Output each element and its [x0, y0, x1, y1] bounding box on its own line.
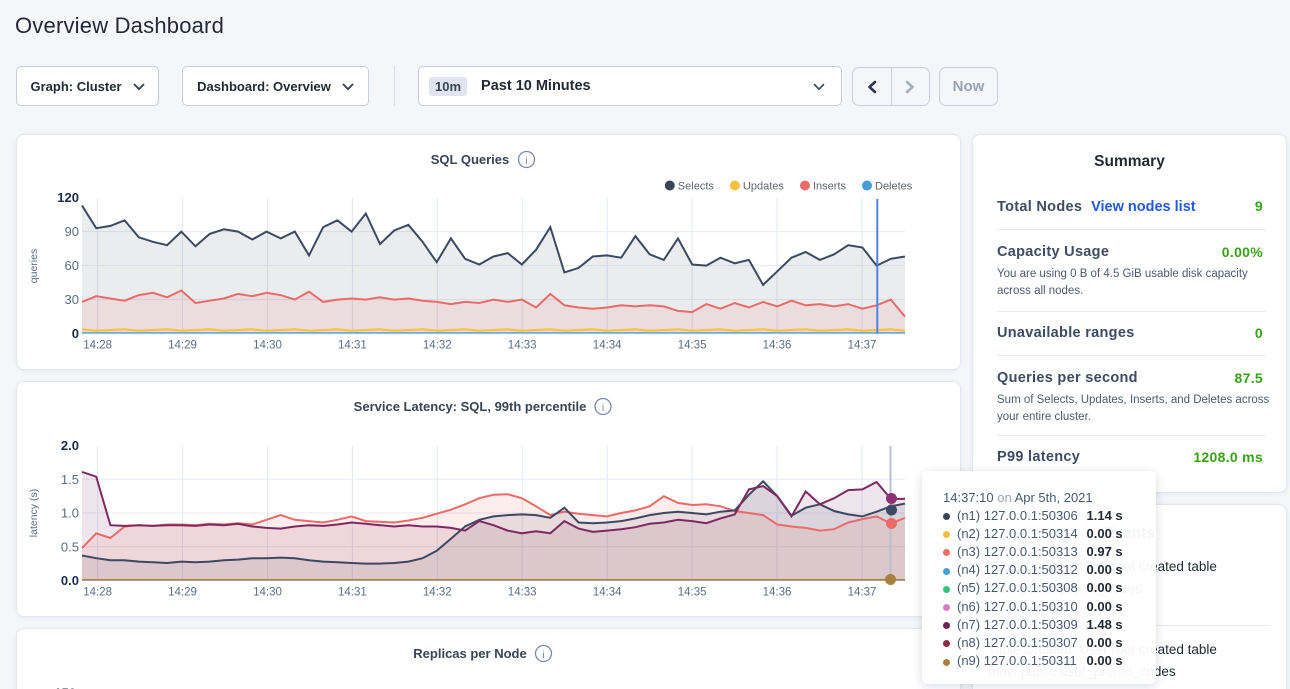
svg-text:14:34: 14:34	[593, 587, 622, 599]
svg-text:14:34: 14:34	[593, 340, 622, 352]
svg-text:14:31: 14:31	[338, 340, 367, 352]
svg-text:14:32: 14:32	[423, 340, 452, 352]
svg-text:14:30: 14:30	[253, 340, 282, 352]
svg-text:150: 150	[54, 686, 76, 689]
svg-text:Deletes: Deletes	[875, 181, 913, 193]
svg-text:14:35: 14:35	[678, 340, 707, 352]
svg-text:60: 60	[65, 258, 79, 273]
svg-text:0.5: 0.5	[61, 539, 79, 554]
svg-text:queries: queries	[28, 249, 40, 283]
svg-text:Replicas per Node: Replicas per Node	[413, 646, 526, 661]
svg-text:14:33: 14:33	[508, 340, 537, 352]
svg-text:14:28: 14:28	[83, 587, 112, 599]
svg-text:14:28: 14:28	[83, 340, 112, 352]
svg-text:120: 120	[57, 190, 79, 205]
svg-text:Inserts: Inserts	[813, 181, 847, 193]
svg-text:1.0: 1.0	[61, 506, 79, 521]
svg-text:latency (s): latency (s)	[28, 489, 40, 537]
svg-text:30: 30	[65, 292, 79, 307]
svg-text:14:36: 14:36	[763, 340, 792, 352]
svg-text:SQL Queries: SQL Queries	[431, 152, 510, 167]
svg-text:Updates: Updates	[743, 181, 784, 193]
svg-text:14:29: 14:29	[168, 587, 197, 599]
svg-text:14:30: 14:30	[253, 587, 282, 599]
svg-text:i: i	[542, 649, 544, 661]
svg-text:90: 90	[65, 224, 79, 239]
svg-text:14:36: 14:36	[763, 587, 792, 599]
svg-text:14:29: 14:29	[168, 340, 197, 352]
svg-text:Selects: Selects	[678, 181, 715, 193]
svg-text:14:31: 14:31	[338, 587, 367, 599]
svg-text:14:37: 14:37	[848, 340, 877, 352]
svg-text:14:35: 14:35	[678, 587, 707, 599]
svg-text:14:33: 14:33	[508, 587, 537, 599]
svg-text:Service Latency: SQL, 99th per: Service Latency: SQL, 99th percentile	[354, 399, 587, 414]
svg-text:1.5: 1.5	[61, 472, 79, 487]
svg-text:i: i	[602, 402, 604, 414]
svg-text:2.0: 2.0	[61, 438, 79, 453]
svg-text:0.0: 0.0	[61, 573, 79, 588]
svg-text:14:32: 14:32	[423, 587, 452, 599]
svg-text:0: 0	[72, 326, 79, 341]
svg-text:14:37: 14:37	[848, 587, 877, 599]
svg-text:i: i	[525, 155, 527, 167]
